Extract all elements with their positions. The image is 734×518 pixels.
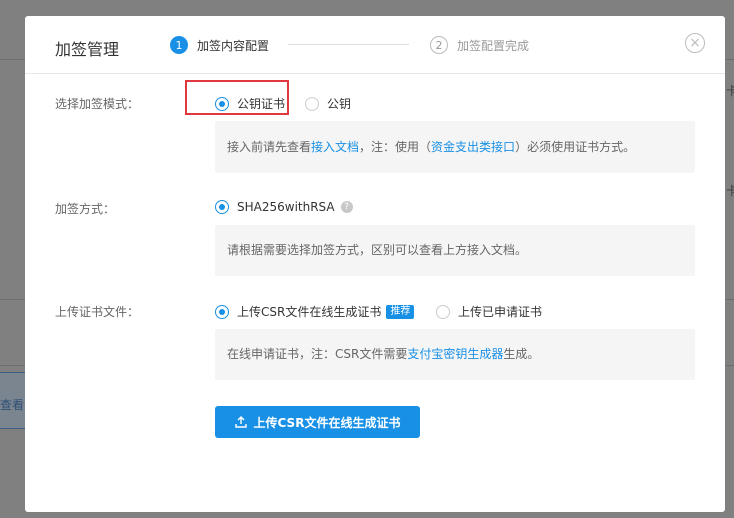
info-text: 在线申请证书，注：CSR文件需要 — [227, 347, 408, 361]
step-2: 2 加签配置完成 — [430, 35, 529, 55]
signing-method-label: 加签方式： — [55, 202, 116, 216]
radio-checked-icon[interactable] — [215, 200, 229, 214]
radio-upload-existing-certificate[interactable]: 上传已申请证书 — [436, 303, 542, 320]
info-text: ，注：使用（ — [359, 140, 432, 154]
radio-label: SHA256withRSA — [237, 200, 335, 214]
signing-management-dialog: 加签管理 1 加签内容配置 2 加签配置完成 × 选择加签模式： 公钥证书 公钥… — [25, 16, 725, 512]
upload-button-label: 上传CSR文件在线生成证书 — [253, 415, 401, 430]
help-icon[interactable]: ? — [340, 201, 353, 213]
dialog-header: 加签管理 1 加签内容配置 2 加签配置完成 × — [25, 16, 725, 74]
background-text: 卡 — [726, 184, 734, 198]
radio-checked-icon[interactable] — [215, 304, 229, 319]
upload-info: 在线申请证书，注：CSR文件需要支付宝密钥生成器生成。 — [215, 329, 695, 380]
radio-checked-icon[interactable] — [215, 96, 229, 111]
radio-upload-csr[interactable]: 上传CSR文件在线生成证书 推荐 — [215, 303, 415, 320]
signing-mode-info: 接入前请先查看接入文档，注：使用（资金支出类接口）必须使用证书方式。 — [215, 121, 695, 173]
step-1: 1 加签内容配置 — [170, 35, 269, 55]
step-connector — [288, 44, 409, 45]
dialog-title: 加签管理 — [55, 40, 120, 59]
radio-public-key[interactable]: 公钥 — [305, 95, 351, 112]
radio-label: 上传已申请证书 — [458, 305, 543, 319]
info-text: 生成。 — [503, 347, 540, 361]
background-text: 卡 — [726, 84, 734, 98]
step-2-label: 加签配置完成 — [457, 38, 530, 53]
access-doc-link[interactable]: 接入文档 — [311, 140, 359, 154]
upload-certificate-label: 上传证书文件： — [55, 305, 140, 319]
upload-icon — [234, 416, 247, 428]
radio-label: 上传CSR文件在线生成证书 — [237, 305, 382, 319]
step-1-label: 加签内容配置 — [197, 38, 270, 53]
signing-method-info: 请根据需要选择加签方式，区别可以查看上方接入文档。 — [215, 225, 695, 276]
fund-payout-api-link[interactable]: 资金支出类接口 — [431, 140, 515, 154]
step-2-number: 2 — [430, 36, 448, 54]
key-generator-link[interactable]: 支付宝密钥生成器 — [407, 347, 503, 361]
radio-unchecked-icon[interactable] — [305, 96, 319, 111]
radio-label: 公钥 — [327, 97, 352, 111]
radio-sha256withrsa[interactable]: SHA256withRSA ? — [215, 200, 353, 214]
step-1-number: 1 — [170, 36, 188, 54]
info-text: 接入前请先查看 — [227, 140, 312, 154]
close-icon[interactable]: × — [685, 33, 705, 53]
upload-csr-button[interactable]: 上传CSR文件在线生成证书 — [215, 406, 420, 438]
signing-mode-label: 选择加签模式： — [55, 97, 140, 111]
radio-label: 公钥证书 — [237, 97, 286, 111]
recommended-badge: 推荐 — [386, 304, 415, 319]
info-text: ）必须使用证书方式。 — [515, 140, 636, 154]
radio-public-key-certificate[interactable]: 公钥证书 — [215, 95, 285, 112]
radio-unchecked-icon[interactable] — [436, 304, 450, 319]
